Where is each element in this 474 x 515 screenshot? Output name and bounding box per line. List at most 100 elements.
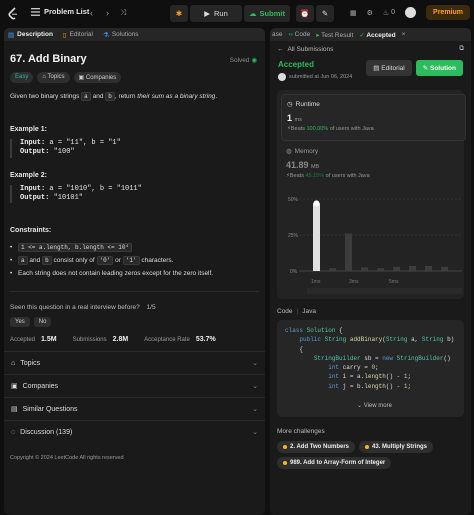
submit-button[interactable]: ☁ Submit xyxy=(244,5,290,22)
next-problem-icon[interactable]: › xyxy=(106,8,109,18)
layout-icon[interactable]: ▦ xyxy=(350,9,357,17)
distribution-bar xyxy=(329,268,336,271)
gear-icon[interactable]: ⚙ xyxy=(367,9,373,17)
tab-testcase[interactable]: ase xyxy=(272,31,282,38)
desc-code-a: a xyxy=(81,92,91,101)
y-tick-50: 50% xyxy=(288,197,299,203)
close-icon[interactable]: × xyxy=(402,31,406,38)
runtime-distribution-chart[interactable]: 50% 25% 0% 1ms 3ms 5ms xyxy=(277,188,464,296)
example-1-output: "100" xyxy=(49,148,75,157)
tab-code[interactable]: ‹› Code xyxy=(288,31,310,38)
avatar[interactable] xyxy=(405,7,417,18)
desc-code-b: b xyxy=(105,92,115,101)
tab-description-label: Description xyxy=(17,31,53,38)
desc-text-3: , return xyxy=(114,93,138,100)
distribution-bar xyxy=(361,267,368,271)
interview-question-page: 1/5 xyxy=(146,304,156,312)
example-1-input: a = "11", b = "1" xyxy=(45,138,121,147)
prev-problem-icon[interactable]: ‹ xyxy=(90,8,93,18)
problem-title: 67. Add Binary xyxy=(10,53,87,65)
book-icon: ▯ xyxy=(62,31,67,39)
accordion-companies-label: Companies xyxy=(22,382,59,390)
code-line: int j = b.length() - 1; xyxy=(328,382,412,390)
view-more-button[interactable]: ⌄ View more xyxy=(357,402,392,411)
no-button[interactable]: No xyxy=(33,317,52,328)
challenges-list: 2. Add Two Numbers 43. Multiply Strings … xyxy=(270,435,471,469)
divider xyxy=(10,291,259,293)
editorial-button[interactable]: ▤ Editorial xyxy=(366,60,412,76)
code-line: StringBuilder sb = new StringBuilder() xyxy=(313,354,451,362)
bug-icon: ✱ xyxy=(175,9,183,18)
distribution-bar xyxy=(345,233,352,271)
difficulty-dot xyxy=(283,445,287,449)
runtime-box[interactable]: ◷ Runtime 1 ms ⚡Beats 100.00% of users wi… xyxy=(281,94,466,141)
problem-list-link[interactable]: Problem List xyxy=(31,7,89,16)
description-tabs: ▤ Description ▯ Editorial ⚗ Solutions xyxy=(4,28,265,41)
example-2-input: a = "1010", b = "1011" xyxy=(45,184,142,193)
chevron-down-icon: ⌄ xyxy=(357,402,364,409)
code-viewer[interactable]: class Solution { public String addBinary… xyxy=(277,320,464,417)
yes-button[interactable]: Yes xyxy=(10,317,30,328)
shuffle-icon[interactable]: ⤨ xyxy=(120,8,126,18)
companies-tag[interactable]: ▣ Companies xyxy=(73,72,122,83)
accordion-discussion[interactable]: ◌ Discussion (139) ⌄ xyxy=(4,420,265,443)
submissions-stat-value: 2.8M xyxy=(112,336,129,344)
memory-beats-suffix: of users with Java xyxy=(324,173,370,179)
all-submissions-link[interactable]: ← All Submissions ⧉ xyxy=(270,41,471,53)
accordion-similar-questions[interactable]: ▤ Similar Questions ⌄ xyxy=(4,397,265,420)
chevron-down-icon: ⌄ xyxy=(252,360,258,368)
solved-label: Solved xyxy=(229,57,250,64)
code-header: Code | Java xyxy=(270,299,471,315)
acceptance-rate-value: 53.7% xyxy=(195,336,216,344)
code-line: public String addBinary(String a, String… xyxy=(299,336,455,344)
memory-box[interactable]: ◍ Memory 41.89 MB ⚡Beats 45.15% of users … xyxy=(286,147,370,180)
result-status: Accepted xyxy=(278,60,315,69)
desc-text-1: Given two binary strings xyxy=(10,93,82,100)
acceptance-rate-stat: Acceptance Rate 53.7% xyxy=(144,336,216,343)
tab-solutions[interactable]: ⚗ Solutions xyxy=(103,31,139,39)
code-icon: ‹› xyxy=(288,31,293,38)
tab-accepted[interactable]: ✓ Accepted xyxy=(359,31,395,39)
accordion-companies[interactable]: ▣ Companies ⌄ xyxy=(4,374,265,397)
debug-button[interactable]: ✱ xyxy=(170,5,188,22)
problem-list-label: Problem List xyxy=(44,7,90,16)
tab-test-result[interactable]: ▸ Test Result xyxy=(316,31,353,39)
premium-button[interactable]: Premium xyxy=(426,5,470,20)
streak-count: 0 xyxy=(391,9,396,16)
performance-card: ◷ Runtime 1 ms ⚡Beats 100.00% of users wi… xyxy=(277,90,466,299)
interview-question-text: Seen this question in a real interview b… xyxy=(10,304,140,312)
code-label: Code xyxy=(277,308,293,315)
solution-button[interactable]: ✎ Solution xyxy=(415,60,463,76)
terminal-icon: ▸ xyxy=(316,31,320,39)
topbar-right: ▦ ⚙ ♨ 0 Premium xyxy=(350,5,470,20)
list-item: a and b consist only of '0' or '1' chara… xyxy=(10,256,259,266)
topics-tag[interactable]: ⌂ Topics xyxy=(37,72,70,83)
desc-emphasis: their sum as a binary string xyxy=(137,93,216,100)
document-icon: ▤ xyxy=(8,31,15,39)
accordion-topics[interactable]: ⌂ Topics ⌄ xyxy=(4,351,265,374)
chat-icon: ◌ xyxy=(11,428,16,436)
accordion-similar-label: Similar Questions xyxy=(22,405,78,413)
leetcode-logo-icon[interactable] xyxy=(7,7,19,20)
notes-button[interactable]: ✎ xyxy=(316,5,334,22)
timer-button[interactable]: ⏰ xyxy=(296,5,314,22)
tab-editorial[interactable]: ▯ Editorial xyxy=(63,31,93,39)
challenge-chip[interactable]: 2. Add Two Numbers xyxy=(277,441,356,453)
streak-counter[interactable]: ♨ 0 xyxy=(383,9,395,17)
constraint-2-and: and xyxy=(27,257,43,265)
chevron-down-icon: ⌄ xyxy=(252,383,258,391)
companies-tag-label: Companies xyxy=(85,75,117,81)
distribution-bar xyxy=(393,266,400,271)
cloud-upload-icon: ☁ xyxy=(249,9,257,18)
challenge-chip[interactable]: 43. Multiply Strings xyxy=(359,441,434,453)
example-2-block: Input: a = "1010", b = "1011" Output: "1… xyxy=(10,184,259,204)
tab-description[interactable]: ▤ Description xyxy=(8,31,53,39)
chart-scrollbar[interactable] xyxy=(307,288,462,294)
runtime-value: 1 xyxy=(287,113,293,123)
challenge-chip[interactable]: 989. Add to Array-Form of Integer xyxy=(277,457,392,469)
distribution-bar xyxy=(409,265,416,271)
run-button[interactable]: ▶ Run xyxy=(190,5,242,22)
accepted-stat-value: 1.5M xyxy=(41,336,57,344)
distribution-bar xyxy=(425,265,432,271)
share-icon[interactable]: ⧉ xyxy=(459,45,464,53)
